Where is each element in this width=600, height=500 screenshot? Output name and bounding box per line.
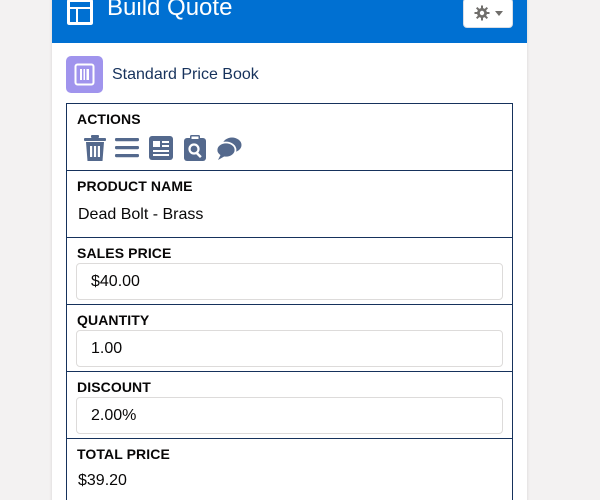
chevron-down-icon xyxy=(495,11,503,16)
sales-price-row: SALES PRICE xyxy=(67,238,512,305)
actions-label: ACTIONS xyxy=(77,111,141,127)
pricebook-icon xyxy=(66,56,103,93)
quote-line-fields: ACTIONS PRODUCT NAME Dead Bolt - Brass S… xyxy=(66,103,513,500)
quantity-input[interactable] xyxy=(76,330,503,367)
product-name-label: PRODUCT NAME xyxy=(77,178,193,194)
page: Build Quote Standard Price Book ACTIONS … xyxy=(0,0,600,500)
discount-label: DISCOUNT xyxy=(77,379,151,395)
discount-row: DISCOUNT xyxy=(67,372,512,439)
sales-price-label: SALES PRICE xyxy=(77,245,172,261)
pricebook-glyph xyxy=(74,63,95,86)
pricebook-name: Standard Price Book xyxy=(112,66,259,83)
card-title: Build Quote xyxy=(107,0,233,21)
list-icon[interactable] xyxy=(113,134,141,162)
settings-menu-button[interactable] xyxy=(463,0,513,28)
gear-icon xyxy=(474,5,490,21)
details-icon[interactable] xyxy=(147,134,175,162)
quantity-row: QUANTITY xyxy=(67,305,512,372)
card-header: Build Quote xyxy=(52,0,527,43)
sales-price-input[interactable] xyxy=(76,263,503,300)
build-quote-card: Build Quote Standard Price Book ACTIONS … xyxy=(52,0,527,500)
quantity-label: QUANTITY xyxy=(77,312,150,328)
discount-input[interactable] xyxy=(76,397,503,434)
total-price-row: TOTAL PRICE $39.20 xyxy=(67,439,512,500)
chat-icon[interactable] xyxy=(215,134,243,162)
delete-icon[interactable] xyxy=(81,134,109,162)
product-name-row: PRODUCT NAME Dead Bolt - Brass xyxy=(67,171,512,238)
total-price-value: $39.20 xyxy=(78,472,127,489)
product-name-value: Dead Bolt - Brass xyxy=(78,206,204,223)
actions-row: ACTIONS xyxy=(67,104,512,171)
search-product-icon[interactable] xyxy=(181,134,209,162)
total-price-label: TOTAL PRICE xyxy=(77,446,170,462)
quote-layout-icon xyxy=(67,0,93,25)
